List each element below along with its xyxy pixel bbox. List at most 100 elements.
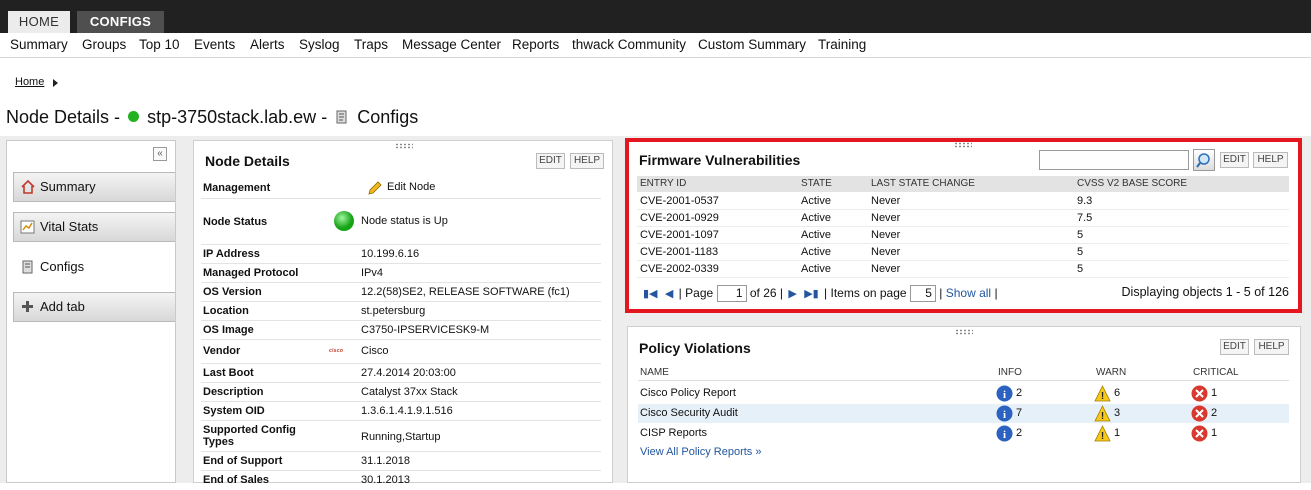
view-all-policy-reports-link[interactable]: View All Policy Reports »: [640, 446, 761, 458]
critical-count[interactable]: 2: [1211, 404, 1217, 423]
svg-text:!: !: [1101, 391, 1104, 402]
menu-top-10[interactable]: Top 10: [139, 37, 180, 52]
detail-label: Node Status: [203, 216, 268, 228]
detail-label: Management: [203, 182, 271, 194]
detail-value: 1.3.6.1.4.1.9.1.516: [361, 405, 453, 417]
breadcrumb-arrow-icon[interactable]: [53, 79, 58, 87]
tab-configs[interactable]: CONFIGS: [77, 11, 164, 33]
tab-home[interactable]: HOME: [8, 11, 70, 33]
detail-row-end-of-support: End of Support 31.1.2018: [201, 452, 601, 471]
column-header-info: INFO: [998, 367, 1022, 378]
sidebar-tab-configs[interactable]: Configs: [13, 252, 175, 282]
panel-title: Node Details: [205, 153, 290, 169]
menu-syslog[interactable]: Syslog: [299, 37, 340, 52]
plus-icon: [22, 301, 33, 312]
detail-value: 27.4.2014 20:03:00: [361, 367, 456, 379]
detail-label: End of Support: [203, 455, 283, 467]
help-button[interactable]: HELP: [570, 153, 604, 169]
breadcrumb-home[interactable]: Home: [15, 76, 44, 88]
sidebar-tab-label: Vital Stats: [40, 219, 99, 234]
panel-title: Policy Violations: [639, 340, 751, 356]
detail-value: 12.2(58)SE2, RELEASE SOFTWARE (fc1): [361, 286, 570, 298]
policy-name[interactable]: Cisco Policy Report: [640, 384, 736, 403]
menu-training[interactable]: Training: [818, 37, 866, 52]
critical-icon: [1191, 385, 1208, 402]
column-header-warn: WARN: [1096, 367, 1127, 378]
detail-row-status: Node Status Node status is Up: [201, 199, 601, 245]
edit-button[interactable]: EDIT: [536, 153, 565, 169]
svg-text:!: !: [1101, 431, 1104, 442]
sidebar-tab-vital-stats[interactable]: Vital Stats: [13, 212, 175, 242]
home-icon: [21, 179, 35, 194]
detail-value: Running,Startup: [361, 431, 441, 443]
detail-label: Last Boot: [203, 367, 254, 379]
pencil-icon[interactable]: [367, 180, 383, 196]
drag-handle-icon[interactable]: [395, 143, 413, 149]
detail-row-end-of-sales: End of Sales 30.1.2013: [201, 471, 601, 490]
help-button[interactable]: HELP: [1254, 339, 1289, 355]
detail-row-description: Description Catalyst 37xx Stack: [201, 383, 601, 402]
warn-count[interactable]: 3: [1114, 404, 1120, 423]
edit-button[interactable]: EDIT: [1220, 339, 1249, 355]
menu-traps[interactable]: Traps: [354, 37, 388, 52]
detail-value: Node status is Up: [361, 215, 448, 227]
detail-value: Cisco: [361, 345, 389, 357]
sidebar-tab-add[interactable]: Add tab: [13, 292, 175, 322]
detail-label: Description: [203, 386, 264, 398]
page-title-sep: -: [321, 107, 328, 127]
critical-count[interactable]: 1: [1211, 384, 1217, 403]
menu-alerts[interactable]: Alerts: [250, 37, 285, 52]
policy-name[interactable]: Cisco Security Audit: [640, 404, 738, 423]
menu-thwack-community[interactable]: thwack Community: [572, 37, 686, 52]
detail-value: Catalyst 37xx Stack: [361, 386, 458, 398]
warning-icon: !: [1094, 385, 1111, 402]
collapse-sidebar-button[interactable]: «: [153, 147, 167, 161]
warning-icon: !: [1094, 405, 1111, 422]
chart-icon: [20, 220, 35, 234]
info-count[interactable]: 2: [1016, 384, 1022, 403]
page-title-prefix: Node Details -: [6, 107, 121, 127]
menu-summary[interactable]: Summary: [10, 37, 68, 52]
detail-row-protocol: Managed Protocol IPv4: [201, 264, 601, 283]
menu-message-center[interactable]: Message Center: [402, 37, 501, 52]
menu-groups[interactable]: Groups: [82, 37, 126, 52]
svg-text:i: i: [1003, 429, 1006, 441]
menu-events[interactable]: Events: [194, 37, 235, 52]
critical-icon: [1191, 405, 1208, 422]
sidebar-tab-label: Add tab: [40, 299, 85, 314]
edit-node-link[interactable]: Edit Node: [387, 181, 435, 193]
menu-reports[interactable]: Reports: [512, 37, 559, 52]
menu-custom-summary[interactable]: Custom Summary: [698, 37, 806, 52]
top-bar: HOME CONFIGS: [0, 0, 1311, 33]
warn-count[interactable]: 1: [1114, 424, 1120, 443]
detail-row-management: Management Edit Node: [201, 177, 601, 199]
detail-row-os-image: OS Image C3750-IPSERVICESK9-M: [201, 321, 601, 340]
detail-row-location: Location st.petersburg: [201, 302, 601, 321]
detail-value: 30.1.2013: [361, 474, 410, 486]
info-icon: i: [996, 405, 1013, 422]
critical-count[interactable]: 1: [1211, 424, 1217, 443]
drag-handle-icon[interactable]: [955, 329, 973, 335]
detail-label: IP Address: [203, 248, 260, 260]
detail-row-supported-config: Supported Config Types Running,Startup: [201, 421, 601, 452]
page-title-view: Configs: [357, 107, 419, 127]
info-count[interactable]: 2: [1016, 424, 1022, 443]
warn-count[interactable]: 6: [1114, 384, 1120, 403]
detail-label: System OID: [203, 405, 265, 417]
sidebar-tab-label: Summary: [40, 179, 96, 194]
status-up-icon: [334, 211, 354, 231]
info-count[interactable]: 7: [1016, 404, 1022, 423]
detail-label: OS Version: [203, 286, 262, 298]
policy-name[interactable]: CISP Reports: [640, 424, 707, 443]
detail-row-system-oid: System OID 1.3.6.1.4.1.9.1.516: [201, 402, 601, 421]
detail-value: C3750-IPSERVICESK9-M: [361, 324, 490, 336]
table-row: Cisco Security Audit i 7 ! 3 2: [638, 404, 1289, 423]
info-icon: i: [996, 425, 1013, 442]
detail-label: Managed Protocol: [203, 267, 299, 279]
node-details-panel: Node Details EDIT HELP Management Edit N…: [193, 140, 613, 486]
sidebar-tab-summary[interactable]: Summary: [13, 172, 175, 202]
cisco-logo: cisco: [329, 348, 344, 354]
config-icon: [336, 110, 347, 124]
status-up-icon: [128, 111, 140, 122]
page-title-node: stp-3750stack.lab.ew: [147, 107, 317, 127]
